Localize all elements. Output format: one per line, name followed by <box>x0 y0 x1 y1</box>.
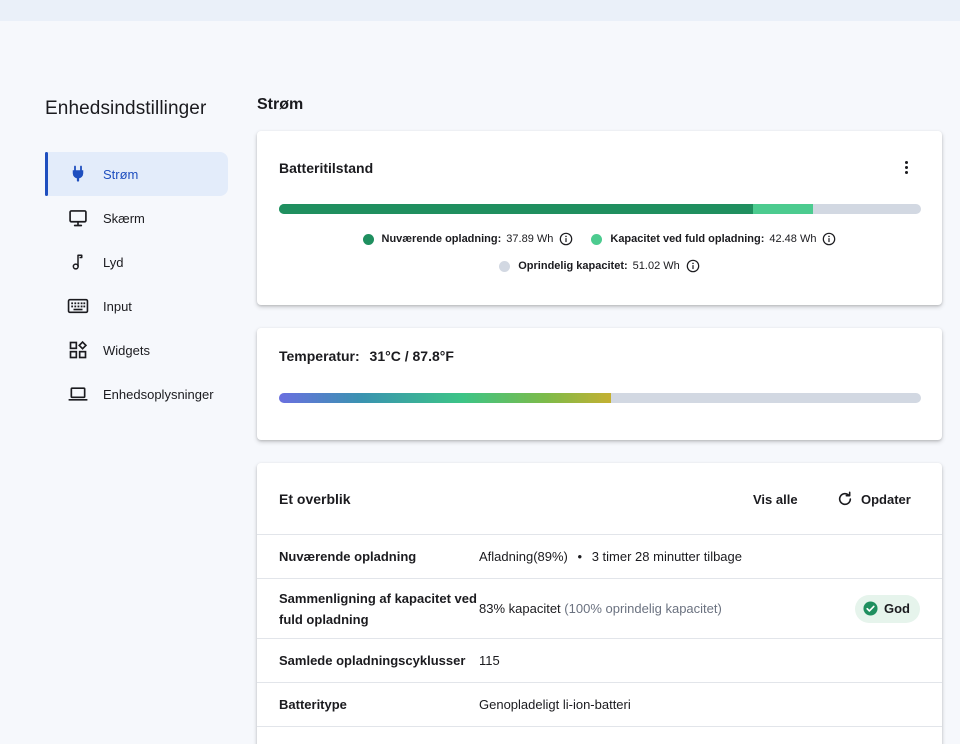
plug-icon <box>67 163 89 185</box>
sidebar-item-label: Strøm <box>103 166 139 182</box>
legend-dot-original <box>499 260 511 272</box>
time-remaining: 3 timer 28 minutter tilbage <box>591 549 742 564</box>
temperature-card: Temperatur: 31°C / 87.8°F <box>257 328 942 440</box>
overview-card: Et overblik Vis alle Opdater Nuværende o… <box>257 463 942 744</box>
row-value: Genopladeligt li-ion-batteri <box>479 697 631 712</box>
original-capacity-note: (100% oprindelig kapacitet) <box>564 601 722 616</box>
overview-title: Et overblik <box>279 491 351 507</box>
battery-bar-current-charge <box>279 204 754 214</box>
row-value: 115 <box>479 653 500 668</box>
capacity-value: 83% kapacitet <box>479 601 561 616</box>
battery-legend-row-2: Oprindelig kapacitet: 51.02 Wh <box>257 259 942 273</box>
laptop-icon <box>67 383 89 405</box>
keyboard-icon <box>67 295 89 317</box>
sidebar-item-display[interactable]: Skærm <box>45 196 228 240</box>
legend-current-charge: Nuværende opladning: 37.89 Wh <box>362 232 574 246</box>
info-icon[interactable] <box>822 232 836 246</box>
battery-card: Batteritilstand Nuværende opladning: 37.… <box>257 131 942 305</box>
sidebar-item-device-info[interactable]: Enhedsoplysninger <box>45 372 228 416</box>
sidebar-item-sound[interactable]: Lyd <box>45 240 228 284</box>
sidebar-item-widgets[interactable]: Widgets <box>45 328 228 372</box>
charge-status: Afladning(89%) <box>479 549 568 564</box>
legend-original-capacity: Oprindelig kapacitet: 51.02 Wh <box>499 259 700 273</box>
overview-row-battery-type: Batteritype Genopladeligt li-ion-batteri <box>257 683 942 727</box>
row-value: 83% kapacitet (100% oprindelig kapacitet… <box>479 598 722 619</box>
temperature-bar <box>279 393 921 403</box>
battery-bar <box>279 204 921 214</box>
refresh-button[interactable]: Opdater <box>837 485 911 513</box>
sidebar-item-label: Lyd <box>103 254 124 270</box>
overview-row-cycles: Samlede opladningscyklusser 115 <box>257 639 942 683</box>
temperature-value: 31°C / 87.8°F <box>369 348 454 364</box>
row-key: Sammenligning af kapacitet ved fuld opla… <box>279 590 477 627</box>
status-badge-label: God <box>884 601 910 616</box>
legend-label: Nuværende opladning: <box>381 233 502 245</box>
overview-header: Et overblik Vis alle Opdater <box>257 463 942 535</box>
temperature-label: Temperatur: <box>279 348 360 364</box>
legend-label: Kapacitet ved fuld opladning: <box>610 233 765 245</box>
sidebar-item-power[interactable]: Strøm <box>45 152 228 196</box>
info-icon[interactable] <box>686 259 700 273</box>
separator-dot: • <box>577 549 583 564</box>
sidebar-item-label: Skærm <box>103 210 145 226</box>
status-badge: God <box>855 594 920 623</box>
sidebar-item-label: Enhedsoplysninger <box>103 386 214 402</box>
battery-legend-row-1: Nuværende opladning: 37.89 Wh Kapacitet … <box>257 232 942 246</box>
monitor-icon <box>67 207 89 229</box>
music-note-icon <box>67 251 89 273</box>
legend-value: 37.89 Wh <box>506 233 554 245</box>
refresh-icon <box>837 491 853 507</box>
check-circle-icon <box>863 601 878 616</box>
refresh-label: Opdater <box>861 491 911 507</box>
sidebar-item-label: Input <box>103 298 132 314</box>
top-bar <box>0 0 960 21</box>
sidebar-item-input[interactable]: Input <box>45 284 228 328</box>
temperature-title: Temperatur: 31°C / 87.8°F <box>279 348 454 364</box>
legend-full-capacity: Kapacitet ved fuld opladning: 42.48 Wh <box>591 232 836 246</box>
view-all-button[interactable]: Vis alle <box>753 485 798 513</box>
battery-card-title: Batteritilstand <box>279 160 374 176</box>
overview-row-charge: Nuværende opladning Afladning(89%) • 3 t… <box>257 535 942 579</box>
app-title: Enhedsindstillinger <box>45 98 207 119</box>
info-icon[interactable] <box>559 232 573 246</box>
widgets-icon <box>67 339 89 361</box>
row-key: Nuværende opladning <box>279 549 417 564</box>
legend-value: 51.02 Wh <box>632 260 680 272</box>
legend-label: Oprindelig kapacitet: <box>518 260 628 272</box>
overview-row-capacity: Sammenligning af kapacitet ved fuld opla… <box>257 579 942 639</box>
section-title: Strøm <box>257 96 304 113</box>
legend-dot-full <box>591 233 603 245</box>
legend-value: 42.48 Wh <box>769 233 817 245</box>
row-value: Afladning(89%) • 3 timer 28 minutter til… <box>479 546 742 567</box>
sidebar-nav: Strøm Skærm Lyd Input Widgets Enhedsoply… <box>45 152 228 416</box>
temperature-bar-fill <box>279 393 611 403</box>
legend-dot-current <box>362 233 374 245</box>
sidebar-item-label: Widgets <box>103 342 150 358</box>
row-key: Batteritype <box>279 697 347 712</box>
more-options-button[interactable] <box>896 157 916 177</box>
row-key: Samlede opladningscyklusser <box>279 653 466 668</box>
